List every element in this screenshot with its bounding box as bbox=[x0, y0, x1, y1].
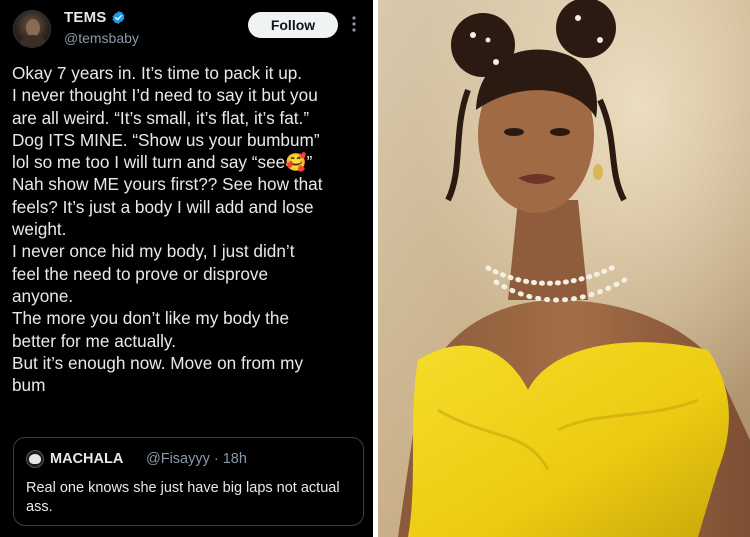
portrait-illustration bbox=[378, 0, 750, 537]
tweet-line: But it’s enough now. Move on from my bbox=[12, 352, 304, 373]
tweet-line: I never thought I’d need to say it but y… bbox=[12, 85, 318, 106]
tweet-line: are all weird. “It’s small, it’s flat, i… bbox=[12, 107, 310, 128]
tweet-line: anyone. bbox=[12, 285, 74, 306]
tweet-line: feel the need to prove or disprove bbox=[12, 263, 269, 284]
tweet-line: Okay 7 years in. It’s time to pack it up… bbox=[12, 63, 303, 83]
portrait-photo bbox=[378, 0, 750, 537]
tweet-line: Dog ITS MINE. “Show us your bumbum” bbox=[12, 129, 320, 150]
quoted-tweet-text: Real one knows she just have big laps no… bbox=[26, 480, 340, 515]
tweet-text: Okay 7 years in. It’s time to pack it up… bbox=[12, 62, 368, 396]
tweet-line: better for me actually. bbox=[12, 330, 176, 351]
author-name-row[interactable]: TEMS bbox=[64, 9, 126, 26]
author-display-name[interactable]: TEMS bbox=[64, 9, 106, 26]
tweet-line: I never once hid my body, I just didn’t bbox=[12, 241, 295, 262]
more-options-icon[interactable] bbox=[352, 15, 356, 33]
quoted-tweet[interactable]: MACHALA @Fisayyy · 18h Real one knows sh… bbox=[13, 437, 364, 526]
quoted-author-handle-time[interactable]: @Fisayyy · 18h bbox=[146, 451, 247, 467]
author-handle[interactable]: @temsbaby bbox=[64, 30, 139, 46]
tweet-line: lol so me too I will turn and say “see🥰” bbox=[12, 152, 313, 173]
tweet-line: Nah show ME yours first?? See how that bbox=[12, 174, 323, 195]
quoted-author-avatar[interactable] bbox=[26, 450, 44, 468]
quoted-author-name[interactable]: MACHALA bbox=[50, 451, 123, 467]
follow-button[interactable]: Follow bbox=[248, 12, 338, 38]
tweet-line: feels? It’s just a body I will add and l… bbox=[12, 196, 314, 217]
tweet-card: TEMS @temsbaby Follow Okay 7 years in. I… bbox=[0, 0, 373, 537]
verified-badge-icon bbox=[113, 10, 125, 25]
tweet-line: weight. bbox=[12, 219, 67, 240]
tweet-line: bum bbox=[12, 375, 46, 396]
tweet-line: The more you don’t like my body the bbox=[12, 308, 290, 329]
author-avatar[interactable] bbox=[13, 10, 51, 48]
